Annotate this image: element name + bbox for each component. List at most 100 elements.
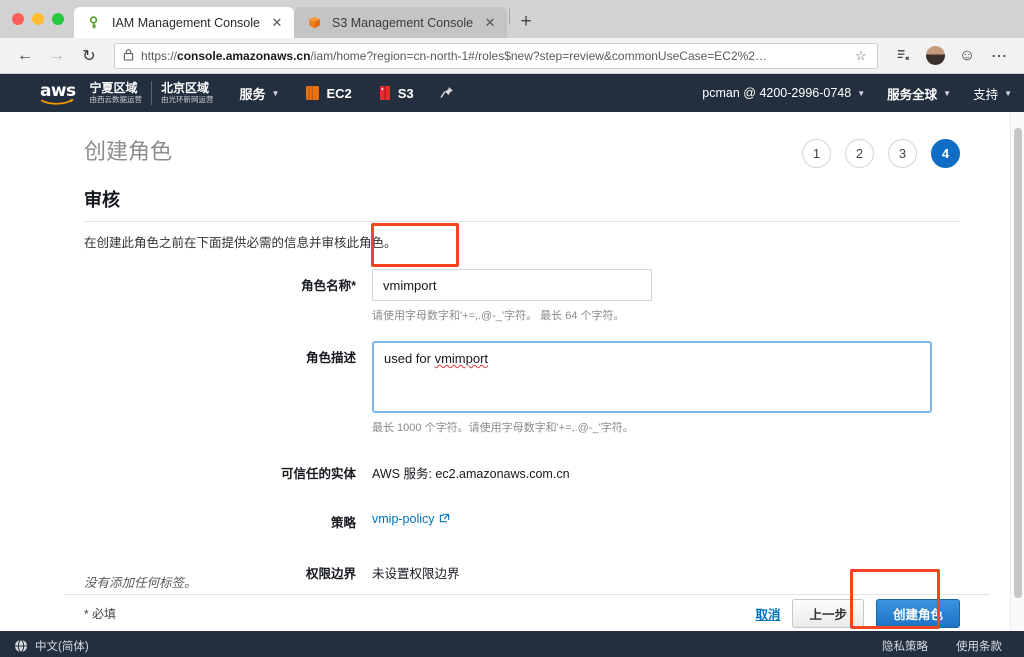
- external-link-icon: [439, 513, 450, 527]
- role-name-label: 角色名称*: [84, 269, 372, 294]
- chevron-down-icon: ▼: [943, 89, 951, 98]
- chevron-down-icon: ▼: [1004, 89, 1012, 98]
- tab-iam-management-console[interactable]: IAM Management Console ✕: [74, 7, 294, 38]
- lock-icon: [123, 48, 134, 64]
- bookmark-star-icon[interactable]: ☆: [855, 48, 869, 64]
- language-selector[interactable]: 中文(简体): [35, 638, 89, 654]
- step-1[interactable]: 1: [802, 139, 831, 168]
- section-divider: [84, 221, 960, 222]
- region-name: 宁夏区域: [90, 82, 143, 96]
- aws-logo[interactable]: aws: [40, 81, 76, 105]
- back-icon[interactable]: ←: [10, 42, 40, 70]
- new-tab-button[interactable]: +: [512, 8, 540, 36]
- permissions-boundary-value: 未设置权限边界: [372, 557, 960, 582]
- footer-links: 隐私策略 使用条款: [882, 638, 1002, 654]
- services-label: 服务: [240, 84, 266, 103]
- shortcut-ec2[interactable]: EC2: [305, 85, 351, 101]
- ec2-icon: [305, 85, 320, 101]
- chevron-down-icon: ▼: [857, 89, 865, 98]
- row-policies: 策略 vmip-policy: [0, 506, 1024, 531]
- aws-swoosh-icon: [41, 98, 75, 105]
- region-divider: [151, 81, 152, 105]
- forward-icon[interactable]: →: [42, 42, 72, 70]
- policy-link[interactable]: vmip-policy: [372, 512, 435, 526]
- step-indicator: 1 2 3 4: [802, 134, 960, 168]
- footer-actions: 取消 上一步 创建角色: [755, 599, 960, 628]
- region-operator: 由西云数据运营: [90, 96, 143, 105]
- description-text-misspelled: vmimport: [435, 351, 488, 366]
- trusted-entities-label: 可信任的实体: [84, 457, 372, 482]
- page-header: 创建角色 1 2 3 4: [0, 134, 1024, 168]
- account-label: pcman @ 4200-2996-0748: [702, 86, 851, 100]
- role-description-help: 最长 1000 个字符。请使用字母数字和'+=,.@-_'字符。: [372, 419, 960, 435]
- section-title: 审核: [84, 186, 1024, 212]
- tab-s3-management-console[interactable]: S3 Management Console ✕: [294, 7, 507, 38]
- maximize-window-button[interactable]: [52, 13, 64, 25]
- global-services-menu[interactable]: 服务全球 ▼: [887, 84, 951, 103]
- step-4[interactable]: 4: [931, 139, 960, 168]
- step-3[interactable]: 3: [888, 139, 917, 168]
- account-menu[interactable]: pcman @ 4200-2996-0748 ▼: [702, 86, 865, 100]
- close-window-button[interactable]: [12, 13, 24, 25]
- page-footer: * 必填 取消 上一步 创建角色: [84, 595, 960, 631]
- region-beijing[interactable]: 北京区域 由光环新网运营: [161, 82, 214, 104]
- tags-note: 没有添加任何标签。: [84, 572, 197, 591]
- support-menu[interactable]: 支持 ▼: [973, 84, 1012, 103]
- description-text-prefix: used for: [384, 351, 435, 366]
- services-menu[interactable]: 服务 ▼: [240, 84, 280, 103]
- shortcut-s3[interactable]: S3: [378, 85, 414, 101]
- role-name-help: 请使用字母数字和'+=,.@-_'字符。 最长 64 个字符。: [372, 307, 960, 323]
- address-bar[interactable]: https://console.amazonaws.cn/iam/home?re…: [114, 43, 878, 69]
- reload-icon[interactable]: ↻: [74, 42, 104, 70]
- browser-toolbar: ← → ↻ https://console.amazonaws.cn/iam/h…: [0, 38, 1024, 74]
- s3-icon: [378, 85, 392, 101]
- role-description-textarea[interactable]: used for vmimport: [372, 341, 932, 413]
- aws-navbar: aws 宁夏区域 由西云数据运营 北京区域 由光环新网运营 服务 ▼ EC2 S…: [0, 74, 1024, 112]
- minimize-window-button[interactable]: [32, 13, 44, 25]
- vertical-scrollbar[interactable]: [1010, 112, 1024, 631]
- row-trusted-entities: 可信任的实体 AWS 服务: ec2.amazonaws.com.cn: [0, 457, 1024, 482]
- region-ningxia[interactable]: 宁夏区域 由西云数据运营: [90, 82, 143, 104]
- region-name: 北京区域: [161, 82, 214, 96]
- tab-title: IAM Management Console: [112, 16, 260, 30]
- key-icon: [86, 15, 102, 31]
- row-role-name: 角色名称* 请使用字母数字和'+=,.@-_'字符。 最长 64 个字符。: [0, 269, 1024, 323]
- navbar-right: pcman @ 4200-2996-0748 ▼ 服务全球 ▼ 支持 ▼: [680, 84, 1012, 103]
- terms-of-use-link[interactable]: 使用条款: [956, 638, 1002, 654]
- collections-icon[interactable]: [888, 42, 918, 70]
- previous-button[interactable]: 上一步: [792, 599, 864, 628]
- profile-avatar[interactable]: [920, 42, 950, 70]
- role-name-input[interactable]: [372, 269, 652, 301]
- cube-icon: [306, 15, 322, 31]
- page-title: 创建角色: [84, 134, 172, 166]
- row-role-description: 角色描述 used for vmimport 最长 1000 个字符。请使用字母…: [0, 341, 1024, 435]
- scrollbar-thumb[interactable]: [1014, 128, 1022, 598]
- role-description-label: 角色描述: [84, 341, 372, 366]
- ec2-label: EC2: [326, 86, 351, 101]
- close-icon[interactable]: ✕: [481, 14, 499, 32]
- step-2[interactable]: 2: [845, 139, 874, 168]
- create-role-button[interactable]: 创建角色: [876, 599, 960, 628]
- pin-icon[interactable]: [440, 86, 454, 101]
- trusted-entities-value: AWS 服务: ec2.amazonaws.com.cn: [372, 457, 960, 482]
- page-content: 创建角色 1 2 3 4 审核 在创建此角色之前在下面提供必需的信息并审核此角色…: [0, 112, 1024, 631]
- browser-tab-strip: IAM Management Console ✕ S3 Management C…: [0, 0, 1024, 38]
- privacy-policy-link[interactable]: 隐私策略: [882, 638, 928, 654]
- support-label: 支持: [973, 84, 998, 103]
- tab-divider: [509, 8, 510, 24]
- avatar: [926, 46, 945, 65]
- section-description: 在创建此角色之前在下面提供必需的信息并审核此角色。: [84, 232, 1024, 251]
- region-selector[interactable]: 宁夏区域 由西云数据运营 北京区域 由光环新网运营: [90, 81, 214, 105]
- tab-title: S3 Management Console: [332, 16, 473, 30]
- cancel-link[interactable]: 取消: [755, 604, 780, 623]
- global-label: 服务全球: [887, 84, 937, 103]
- feedback-smiley-icon[interactable]: ☺: [952, 42, 982, 70]
- window-controls[interactable]: [8, 0, 74, 38]
- required-note: * 必填: [84, 605, 116, 622]
- close-icon[interactable]: ✕: [268, 14, 286, 32]
- footer-bar: 中文(简体) 隐私策略 使用条款: [0, 631, 1024, 657]
- chevron-down-icon: ▼: [272, 89, 280, 98]
- browser-menu-icon[interactable]: ⋯: [984, 42, 1014, 70]
- policies-label: 策略: [84, 506, 372, 531]
- s3-label: S3: [398, 86, 414, 101]
